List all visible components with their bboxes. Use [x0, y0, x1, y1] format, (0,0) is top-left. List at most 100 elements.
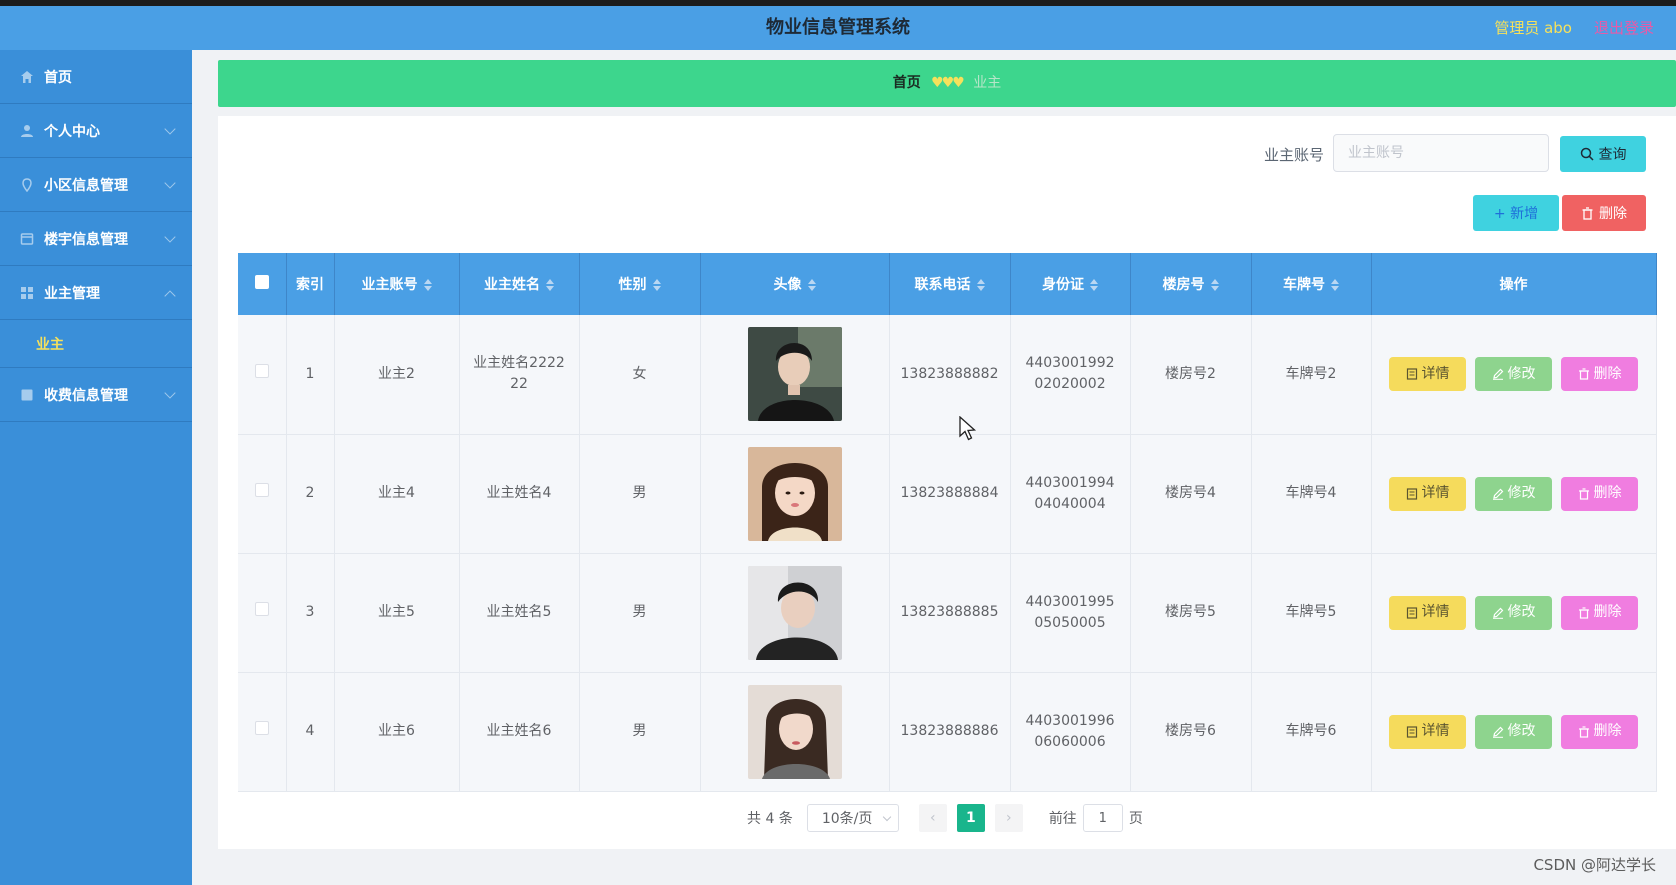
- col-actions-label: 操作: [1499, 277, 1528, 293]
- sidebar-item-fee[interactable]: 收费信息管理: [0, 368, 192, 422]
- edit-icon: [1492, 368, 1503, 381]
- edit-label: 修改: [1507, 365, 1536, 382]
- edit-button[interactable]: 修改: [1475, 357, 1552, 392]
- cell-actions: 详情 修改 删除: [1371, 315, 1657, 435]
- cell-actions: 详情 修改 删除: [1371, 672, 1657, 792]
- next-page-button[interactable]: ›: [994, 804, 1023, 832]
- breadcrumb-home[interactable]: 首页: [893, 75, 921, 91]
- grid-icon: [21, 286, 33, 299]
- sort-icon[interactable]: [423, 279, 432, 291]
- cell-idcard: 440300199505050005: [1010, 553, 1131, 673]
- total-count: 共 4 条: [747, 811, 793, 827]
- chevron-down-icon: [164, 123, 176, 135]
- sidebar-item-personal[interactable]: 个人中心: [0, 104, 192, 158]
- document-icon: [1406, 606, 1417, 619]
- col-idcard-label: 身份证: [1042, 277, 1084, 293]
- cell-gender: 男: [579, 672, 701, 792]
- sort-icon[interactable]: [1090, 279, 1098, 291]
- delete-button[interactable]: 删除: [1561, 595, 1638, 630]
- sort-icon[interactable]: [1331, 279, 1339, 291]
- sidebar-item-label: 业主管理: [44, 285, 100, 302]
- sort-icon[interactable]: [807, 279, 816, 291]
- col-index: 索引: [286, 253, 335, 315]
- col-account-label: 业主账号: [361, 277, 418, 293]
- edit-button[interactable]: 修改: [1475, 476, 1552, 511]
- detail-label: 详情: [1421, 723, 1450, 739]
- col-name[interactable]: 业主姓名: [459, 253, 580, 315]
- cell-phone: 13823888885: [889, 553, 1011, 673]
- heart-separator-icon: ♥♥♥: [931, 75, 965, 91]
- delete-button[interactable]: 删除: [1561, 476, 1638, 511]
- detail-button[interactable]: 详情: [1389, 595, 1466, 630]
- table-row: 1 业主2 业主姓名222222 女 13823888882 440300199…: [238, 315, 1657, 435]
- edit-button[interactable]: 修改: [1475, 714, 1552, 749]
- detail-button[interactable]: 详情: [1389, 476, 1466, 511]
- col-phone-label: 联系电话: [914, 277, 971, 293]
- col-phone[interactable]: 联系电话: [889, 253, 1011, 315]
- detail-button[interactable]: 详情: [1389, 357, 1466, 392]
- prev-page-button[interactable]: ‹: [918, 804, 947, 832]
- trash-icon: [1578, 487, 1589, 500]
- edit-button[interactable]: 修改: [1475, 595, 1552, 630]
- chevron-down-icon: [164, 387, 176, 399]
- sidebar-item-community[interactable]: 小区信息管理: [0, 158, 192, 212]
- sidebar-subitem-owner[interactable]: 业主: [0, 320, 192, 368]
- cell-gender: 男: [579, 553, 701, 673]
- delete-button[interactable]: 删除: [1561, 714, 1638, 749]
- trash-icon: [1578, 606, 1589, 619]
- logout-link[interactable]: 退出登录: [1594, 6, 1654, 50]
- avatar-image[interactable]: [747, 327, 842, 422]
- col-plate-label: 车牌号: [1283, 277, 1325, 293]
- col-account[interactable]: 业主账号: [334, 253, 460, 315]
- col-idcard[interactable]: 身份证: [1010, 253, 1131, 315]
- sidebar-item-home[interactable]: 首页: [0, 50, 192, 104]
- sidebar-item-label: 小区信息管理: [44, 177, 128, 194]
- trash-icon: [1578, 368, 1589, 380]
- delete-button[interactable]: 删除: [1561, 357, 1638, 392]
- select-all-checkbox[interactable]: [254, 275, 269, 289]
- goto-page-input[interactable]: [1082, 804, 1123, 832]
- row-checkbox[interactable]: [254, 602, 269, 616]
- sidebar-item-building[interactable]: 楼宇信息管理: [0, 212, 192, 266]
- sort-icon[interactable]: [976, 279, 985, 291]
- query-button[interactable]: 查询: [1560, 136, 1646, 172]
- table-row: 4 业主6 业主姓名6 男 13823888886 44030019960606…: [238, 672, 1657, 792]
- avatar-image[interactable]: [747, 565, 842, 660]
- row-checkbox[interactable]: [254, 483, 269, 497]
- batch-delete-button[interactable]: 删除: [1562, 195, 1646, 231]
- sort-icon[interactable]: [546, 279, 554, 291]
- trash-icon: [1578, 725, 1589, 738]
- col-plate[interactable]: 车牌号: [1251, 253, 1372, 315]
- building-icon: [20, 232, 34, 245]
- cell-actions: 详情 修改 删除: [1371, 434, 1657, 554]
- chevron-left-icon: ‹: [930, 810, 936, 826]
- detail-label: 详情: [1421, 365, 1450, 382]
- breadcrumb-current: 业主: [973, 75, 1002, 91]
- avatar-image[interactable]: [747, 684, 842, 779]
- add-button[interactable]: + 新增: [1473, 195, 1559, 231]
- sidebar-item-label: 楼宇信息管理: [44, 231, 128, 248]
- cell-plate: 车牌号6: [1251, 672, 1372, 792]
- sort-icon[interactable]: [652, 279, 661, 291]
- avatar-image[interactable]: [747, 446, 842, 541]
- detail-button[interactable]: 详情: [1389, 714, 1466, 749]
- row-checkbox[interactable]: [254, 721, 269, 735]
- admin-label: 管理员 abo: [1494, 19, 1572, 37]
- edit-icon: [1492, 488, 1503, 500]
- col-avatar[interactable]: 头像: [700, 253, 890, 315]
- breadcrumb: 首页 ♥♥♥ 业主: [218, 60, 1676, 107]
- cell-account: 业主6: [334, 672, 460, 792]
- trash-icon: [1582, 206, 1593, 220]
- search-input[interactable]: [1333, 134, 1549, 172]
- cell-name: 业主姓名5: [459, 553, 580, 673]
- page-number-current[interactable]: 1: [956, 804, 985, 832]
- col-building[interactable]: 楼房号: [1130, 253, 1252, 315]
- row-checkbox[interactable]: [254, 363, 269, 378]
- chevron-right-icon: ›: [1006, 810, 1012, 826]
- cell-idcard: 440300199606060006: [1010, 672, 1131, 792]
- cell-phone: 13823888886: [889, 672, 1011, 792]
- col-gender[interactable]: 性别: [579, 253, 701, 315]
- sidebar-item-owner[interactable]: 业主管理: [0, 266, 192, 320]
- page-size-select[interactable]: 10条/页: [806, 804, 899, 832]
- sort-icon[interactable]: [1210, 279, 1219, 291]
